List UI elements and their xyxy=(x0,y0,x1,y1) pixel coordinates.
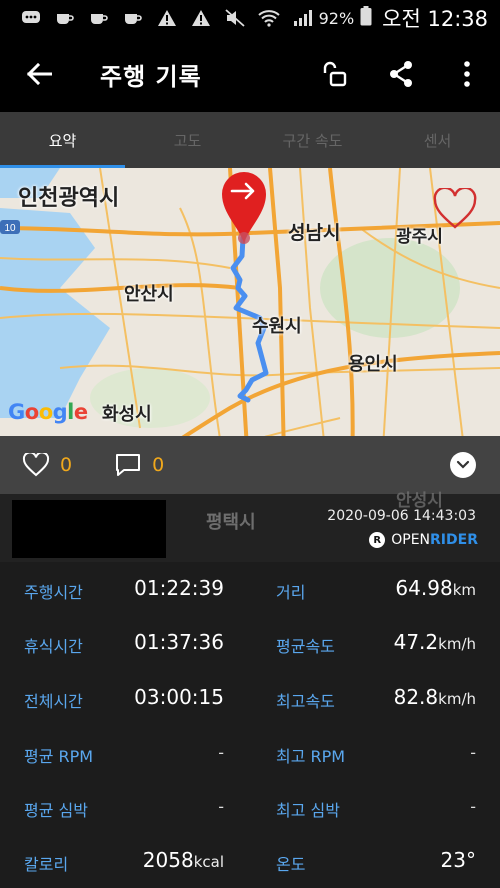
tab-altitude[interactable]: 고도 xyxy=(125,112,250,168)
status-right: 92% 오전 12:38 xyxy=(319,3,488,33)
battery-percent: 92% xyxy=(318,8,355,28)
status-bar: 92% 오전 12:38 xyxy=(0,0,500,36)
map-label-seongnam: 성남시 xyxy=(288,222,341,244)
ride-info-row: 안성시 평택시 2020-09-06 14:43:03 R OPEN RIDER xyxy=(0,491,500,562)
stat-label-total-time: 전체시간 xyxy=(24,692,83,711)
tab-sensor[interactable]: 센서 xyxy=(375,112,500,168)
stat-label-distance: 거리 xyxy=(276,583,306,602)
map-label-hwaseong: 화성시 xyxy=(102,404,152,425)
route-number-badge: 10 xyxy=(4,223,16,234)
stat-label-max-speed: 최고속도 xyxy=(276,692,335,711)
lock-button[interactable] xyxy=(302,36,368,112)
coffee-icon xyxy=(52,7,78,29)
ride-stats: 주행시간 01:22:39 거리 64.98km 휴식시간 01:37:36 평… xyxy=(0,562,500,888)
share-icon xyxy=(390,61,412,87)
coffee-icon xyxy=(86,7,112,29)
lock-open-icon xyxy=(323,61,347,87)
like-count: 0 xyxy=(60,454,73,476)
ride-datetime: 2020-09-06 14:43:03 xyxy=(327,508,476,524)
stat-label-max-heart-rate: 최고 심박 xyxy=(276,801,340,820)
stat-label-avg-heart-rate: 평균 심박 xyxy=(24,801,88,820)
openrider-badge-icon: R xyxy=(369,532,386,548)
stat-row-total: 전체시간 03:00:15 최고속도 82.8km/h xyxy=(0,683,500,713)
signal-icon xyxy=(290,7,316,29)
stat-value-rest-time: 01:37:36 xyxy=(134,630,224,654)
stat-label-ride-time: 주행시간 xyxy=(24,583,83,602)
stat-value-max-heart-rate: - xyxy=(470,797,476,816)
stat-value-total-time: 03:00:15 xyxy=(134,685,224,709)
clock: 오전 12:38 xyxy=(382,7,488,31)
favorite-heart-icon[interactable] xyxy=(432,188,478,230)
stat-value-max-rpm: - xyxy=(470,743,476,762)
stat-label-avg-rpm: 평균 RPM xyxy=(24,747,94,766)
stat-value-avg-heart-rate: - xyxy=(218,797,224,816)
comment-icon xyxy=(116,454,141,476)
stat-row-time: 주행시간 01:22:39 거리 64.98km xyxy=(0,574,500,604)
map-label-suwon: 수원시 xyxy=(252,316,302,337)
more-options-button[interactable] xyxy=(434,36,500,112)
stat-label-avg-speed: 평균속도 xyxy=(276,637,335,656)
avatar[interactable] xyxy=(12,500,166,558)
stat-row-rpm: 평균 RPM - 최고 RPM - xyxy=(0,738,500,768)
stat-value-distance: 64.98km xyxy=(395,576,476,600)
app-bar-actions xyxy=(302,36,500,112)
expand-button[interactable] xyxy=(450,452,476,478)
stat-row-calorie: 칼로리 2058kcal 온도 23° xyxy=(0,846,500,876)
stat-value-avg-rpm: - xyxy=(218,743,224,762)
stat-value-avg-speed: 47.2km/h xyxy=(393,630,476,654)
chevron-down-icon xyxy=(456,460,470,469)
stat-row-heart: 평균 심박 - 최고 심박 - xyxy=(0,792,500,822)
heart-outline-icon xyxy=(22,453,50,477)
stat-label-rest-time: 휴식시간 xyxy=(24,637,83,656)
page-title: 주행 기록 xyxy=(100,62,202,91)
mute-icon xyxy=(222,7,248,29)
google-logo: Google xyxy=(8,400,88,424)
openrider-logo: R OPEN RIDER xyxy=(369,532,478,548)
map-label-incheon: 인천광역시 xyxy=(18,186,120,211)
stat-row-rest: 휴식시간 01:37:36 평균속도 47.2km/h xyxy=(0,628,500,658)
chat-bubble-icon xyxy=(18,7,44,29)
route-start-marker xyxy=(222,172,266,244)
app-bar: 주행 기록 xyxy=(0,36,500,112)
coffee-icon xyxy=(120,7,146,29)
route-map[interactable]: 10 인천광역시 성남시 광주시 안산시 수원시 용인시 화성시 Google xyxy=(0,168,500,436)
stat-value-ride-time: 01:22:39 xyxy=(134,576,224,600)
stat-label-calories: 칼로리 xyxy=(24,855,69,874)
comment-count: 0 xyxy=(152,454,165,476)
comment-button[interactable]: 0 xyxy=(114,452,164,478)
tab-bar: 요약 고도 구간 속도 센서 xyxy=(0,112,500,168)
stat-value-temperature: 23° xyxy=(440,848,476,872)
stat-label-temperature: 온도 xyxy=(276,855,306,874)
stat-value-max-speed: 82.8km/h xyxy=(393,685,476,709)
map-label-yongin: 용인시 xyxy=(348,354,398,375)
tab-section-speed[interactable]: 구간 속도 xyxy=(250,112,375,168)
more-vert-icon xyxy=(464,61,470,87)
map-label-pyeongtaek: 평택시 xyxy=(206,512,256,533)
stat-value-calories: 2058kcal xyxy=(142,848,224,872)
map-label-ansan: 안산시 xyxy=(124,284,174,305)
wifi-icon xyxy=(256,7,282,29)
back-button[interactable] xyxy=(0,36,78,112)
stat-label-max-rpm: 최고 RPM xyxy=(276,747,346,766)
notification-icons xyxy=(18,7,316,29)
like-button[interactable]: 0 xyxy=(22,453,72,477)
tab-summary[interactable]: 요약 xyxy=(0,112,125,168)
warning-icon xyxy=(154,7,180,29)
warning-icon xyxy=(188,7,214,29)
back-arrow-icon xyxy=(26,63,52,85)
battery-icon xyxy=(360,6,372,30)
share-button[interactable] xyxy=(368,36,434,112)
